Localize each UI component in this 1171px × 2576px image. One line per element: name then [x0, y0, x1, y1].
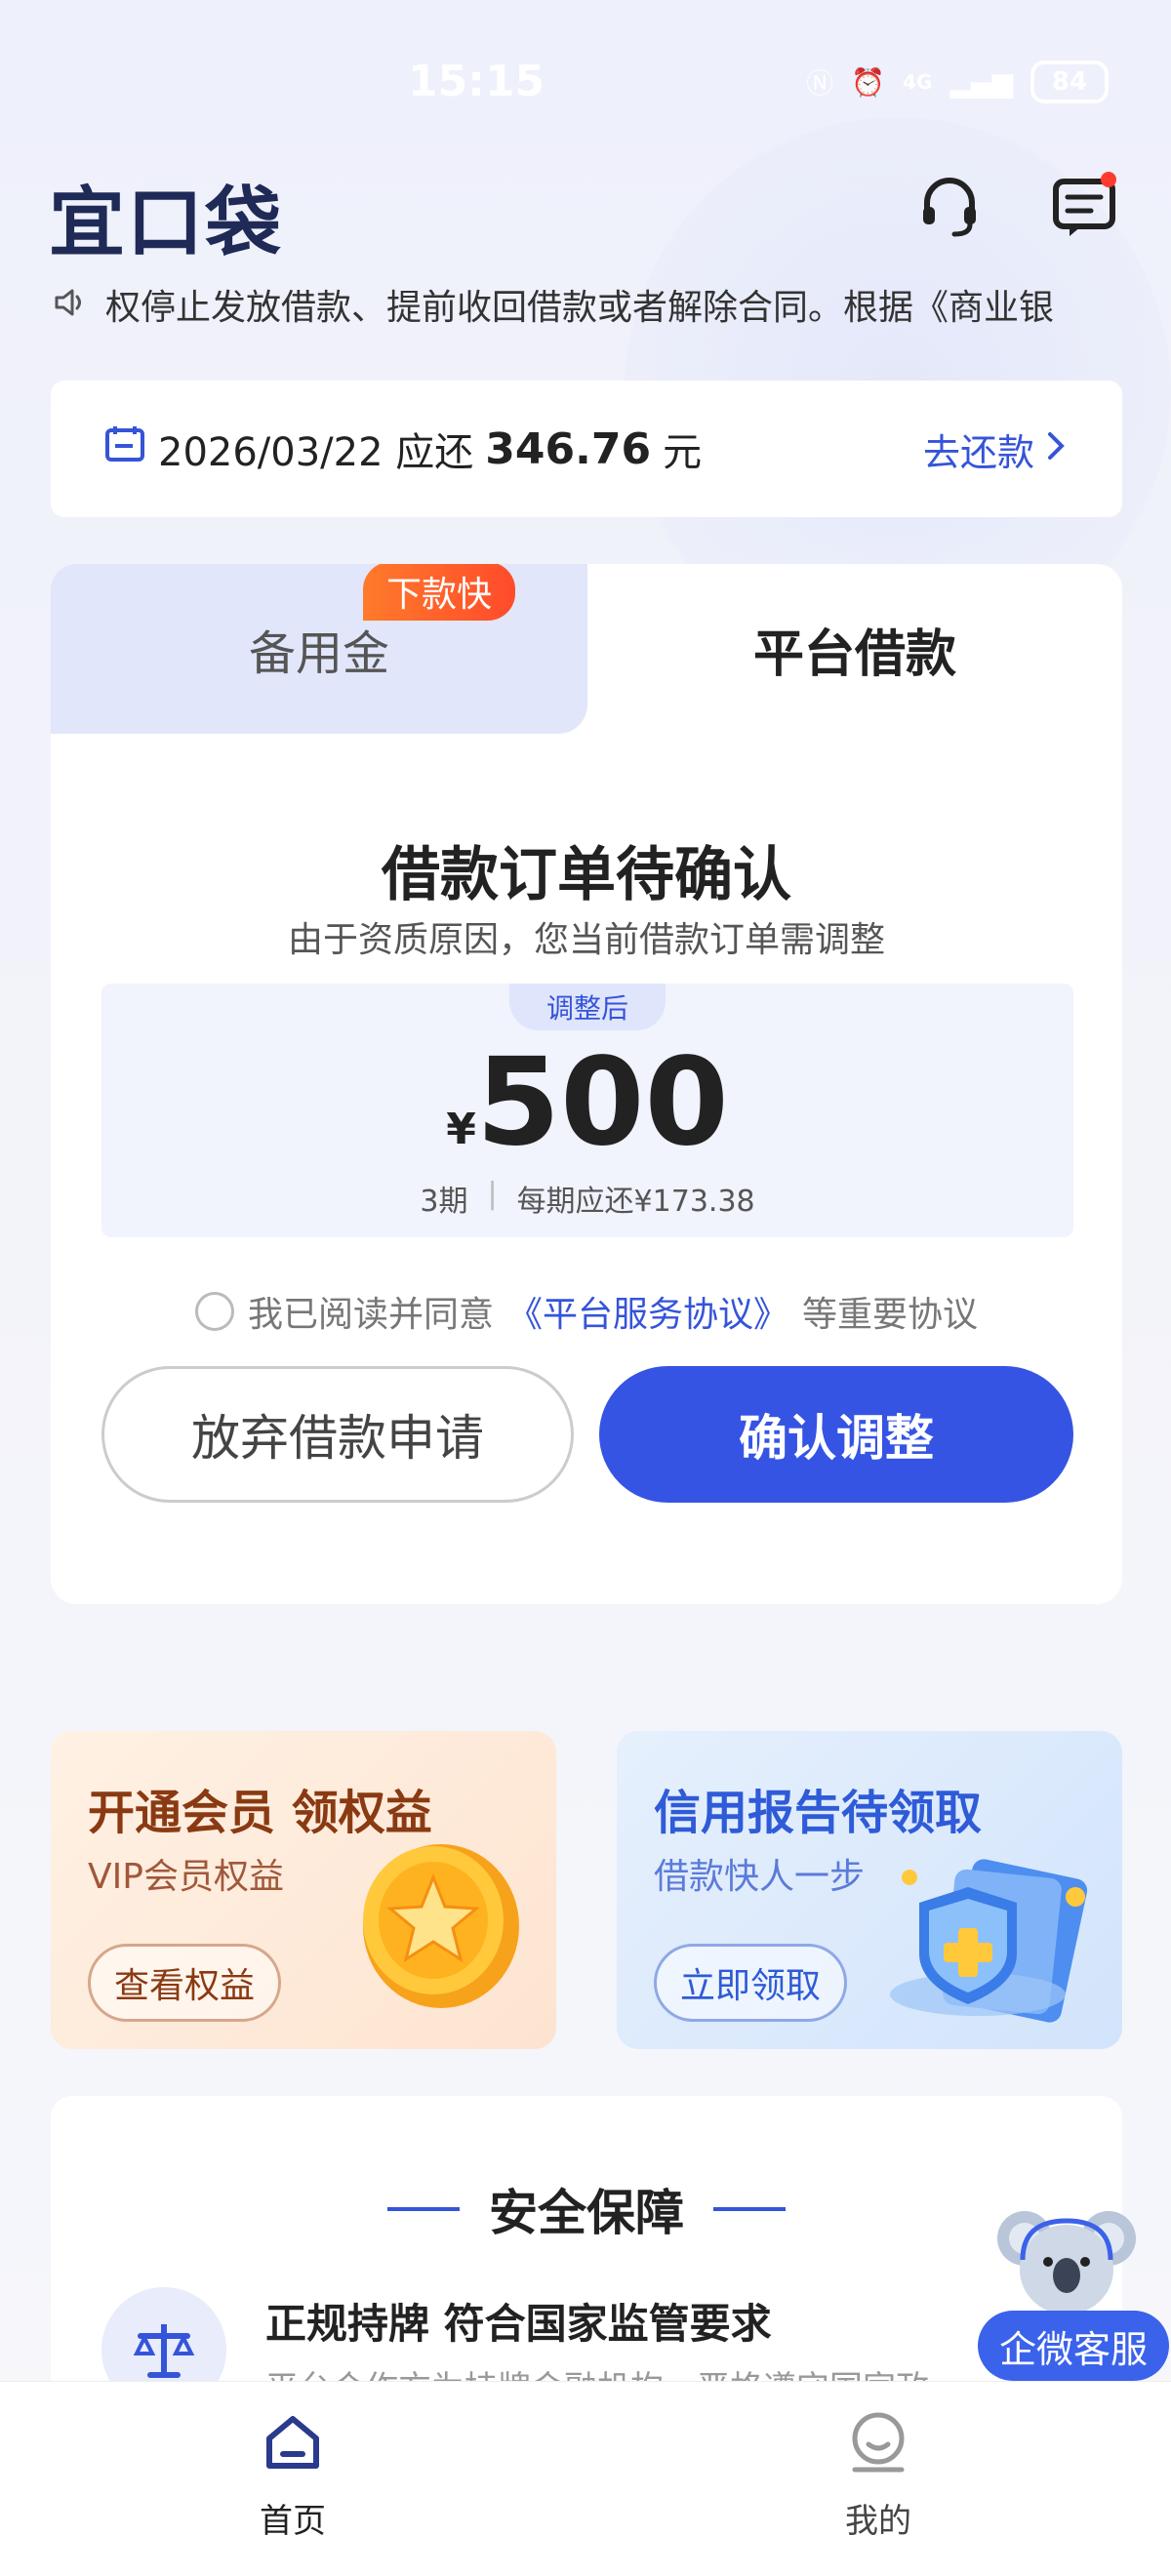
- loan-term: 3期 | 每期应还¥173.38: [101, 1177, 1073, 1220]
- repayment-amount: 346.76: [485, 423, 652, 474]
- bottom-navigation: 首页 我的: [0, 2381, 1171, 2576]
- credit-promo-subtitle: 借款快人一步: [654, 1857, 866, 1897]
- nav-home-label: 首页: [260, 2502, 326, 2541]
- currency-symbol: ¥: [446, 1105, 476, 1154]
- service-agreement-link[interactable]: 《平台服务协议》: [507, 1286, 788, 1337]
- vip-promo-card[interactable]: 开通会员 领权益 VIP会员权益 查看权益: [51, 1731, 556, 2049]
- wecom-customer-service-button[interactable]: 企微客服: [978, 2311, 1169, 2381]
- app-logo: 宜口袋: [49, 180, 284, 267]
- loan-amount: ¥500: [101, 1032, 1073, 1173]
- repayment-banner[interactable]: 2026/03/22 应还 346.76 元 去还款: [51, 381, 1122, 517]
- repay-button[interactable]: 去还款: [923, 423, 1068, 476]
- status-icons: Ⓝ ⏰ 4G ▂▄▆ 84: [806, 60, 1109, 103]
- adjusted-amount-box: 调整后 ¥500 3期 | 每期应还¥173.38: [101, 984, 1073, 1237]
- message-icon[interactable]: [1050, 172, 1118, 240]
- repayment-unit: 元: [663, 430, 703, 475]
- home-icon: [262, 2411, 324, 2482]
- gold-star-coin-icon: [343, 1829, 529, 2018]
- nfc-icon: Ⓝ: [806, 67, 834, 100]
- repayment-date: 2026/03/22 应还: [158, 430, 474, 475]
- network-label: 4G: [903, 70, 933, 94]
- amount-value: 500: [475, 1032, 729, 1173]
- nav-home[interactable]: 首页: [195, 2411, 390, 2542]
- status-time: 15:15: [408, 57, 545, 106]
- claim-now-button[interactable]: 立即领取: [654, 1944, 848, 2022]
- fast-disbursement-badge: 下款快: [363, 564, 516, 621]
- order-subtitle: 由于资质原因，您当前借款订单需调整: [287, 920, 885, 960]
- agreement-suffix: 等重要协议: [802, 1295, 979, 1335]
- per-period-payment: 每期应还¥173.38: [516, 1185, 755, 1219]
- tab-platform-loan-label: 平台借款: [752, 624, 956, 684]
- tab-reserve-fund-label: 备用金: [248, 626, 389, 681]
- abandon-loan-button[interactable]: 放弃借款申请: [101, 1366, 574, 1503]
- headset-icon[interactable]: [915, 172, 984, 240]
- term-separator: |: [487, 1177, 498, 1211]
- confirm-adjustment-button[interactable]: 确认调整: [599, 1366, 1073, 1503]
- status-bar: 15:15 Ⓝ ⏰ 4G ▂▄▆ 84: [0, 0, 1171, 172]
- nav-profile-label: 我的: [845, 2502, 911, 2541]
- alarm-icon: ⏰: [851, 65, 886, 99]
- battery-indicator: 84: [1030, 60, 1109, 103]
- view-benefits-button[interactable]: 查看权益: [88, 1944, 282, 2022]
- vip-promo-subtitle: VIP会员权益: [88, 1857, 284, 1897]
- order-title: 借款订单待确认: [382, 841, 791, 909]
- repay-label: 去还款: [922, 430, 1034, 474]
- calendar-icon: [103, 423, 146, 475]
- repayment-info: 2026/03/22 应还 346.76 元: [103, 421, 702, 477]
- speaker-icon: [53, 285, 88, 324]
- notice-text: 权停止发放借款、提前收回借款或者解除合同。根据《商业银: [105, 288, 1055, 328]
- credit-report-promo-card[interactable]: 信用报告待领取 借款快人一步 立即领取: [617, 1731, 1122, 2049]
- koala-mascot-icon[interactable]: [993, 2201, 1140, 2328]
- safety-title-row: 安全保障: [51, 2174, 1122, 2244]
- battery-level: 84: [1051, 67, 1088, 97]
- safety-item-title: 正规持牌 符合国家监管要求: [265, 2300, 772, 2348]
- agreement-prefix: 我已阅读并同意: [247, 1295, 494, 1335]
- safety-title: 安全保障: [489, 2185, 684, 2241]
- term-periods: 3期: [420, 1185, 468, 1219]
- agreement-row: 我已阅读并同意 《平台服务协议》 等重要协议: [51, 1286, 1122, 1337]
- shield-document-icon: [880, 1838, 1114, 2037]
- notice-bar[interactable]: 权停止发放借款、提前收回借款或者解除合同。根据《商业银: [53, 281, 1120, 328]
- chevron-right-icon: [1044, 427, 1068, 470]
- credit-promo-title: 信用报告待领取: [654, 1786, 983, 1840]
- title-decoration-left: [387, 2207, 460, 2211]
- signal-icon: ▂▄▆: [949, 65, 1013, 99]
- agreement-checkbox[interactable]: [194, 1292, 234, 1331]
- tab-platform-loan[interactable]: 平台借款: [587, 564, 1122, 734]
- title-decoration-right: [713, 2207, 786, 2211]
- nav-profile[interactable]: 我的: [781, 2411, 976, 2542]
- loan-card: 备用金 平台借款 下款快 借款订单待确认 由于资质原因，您当前借款订单需调整 调…: [51, 564, 1122, 1604]
- adjusted-tag: 调整后: [509, 984, 666, 1030]
- profile-icon: [847, 2411, 909, 2482]
